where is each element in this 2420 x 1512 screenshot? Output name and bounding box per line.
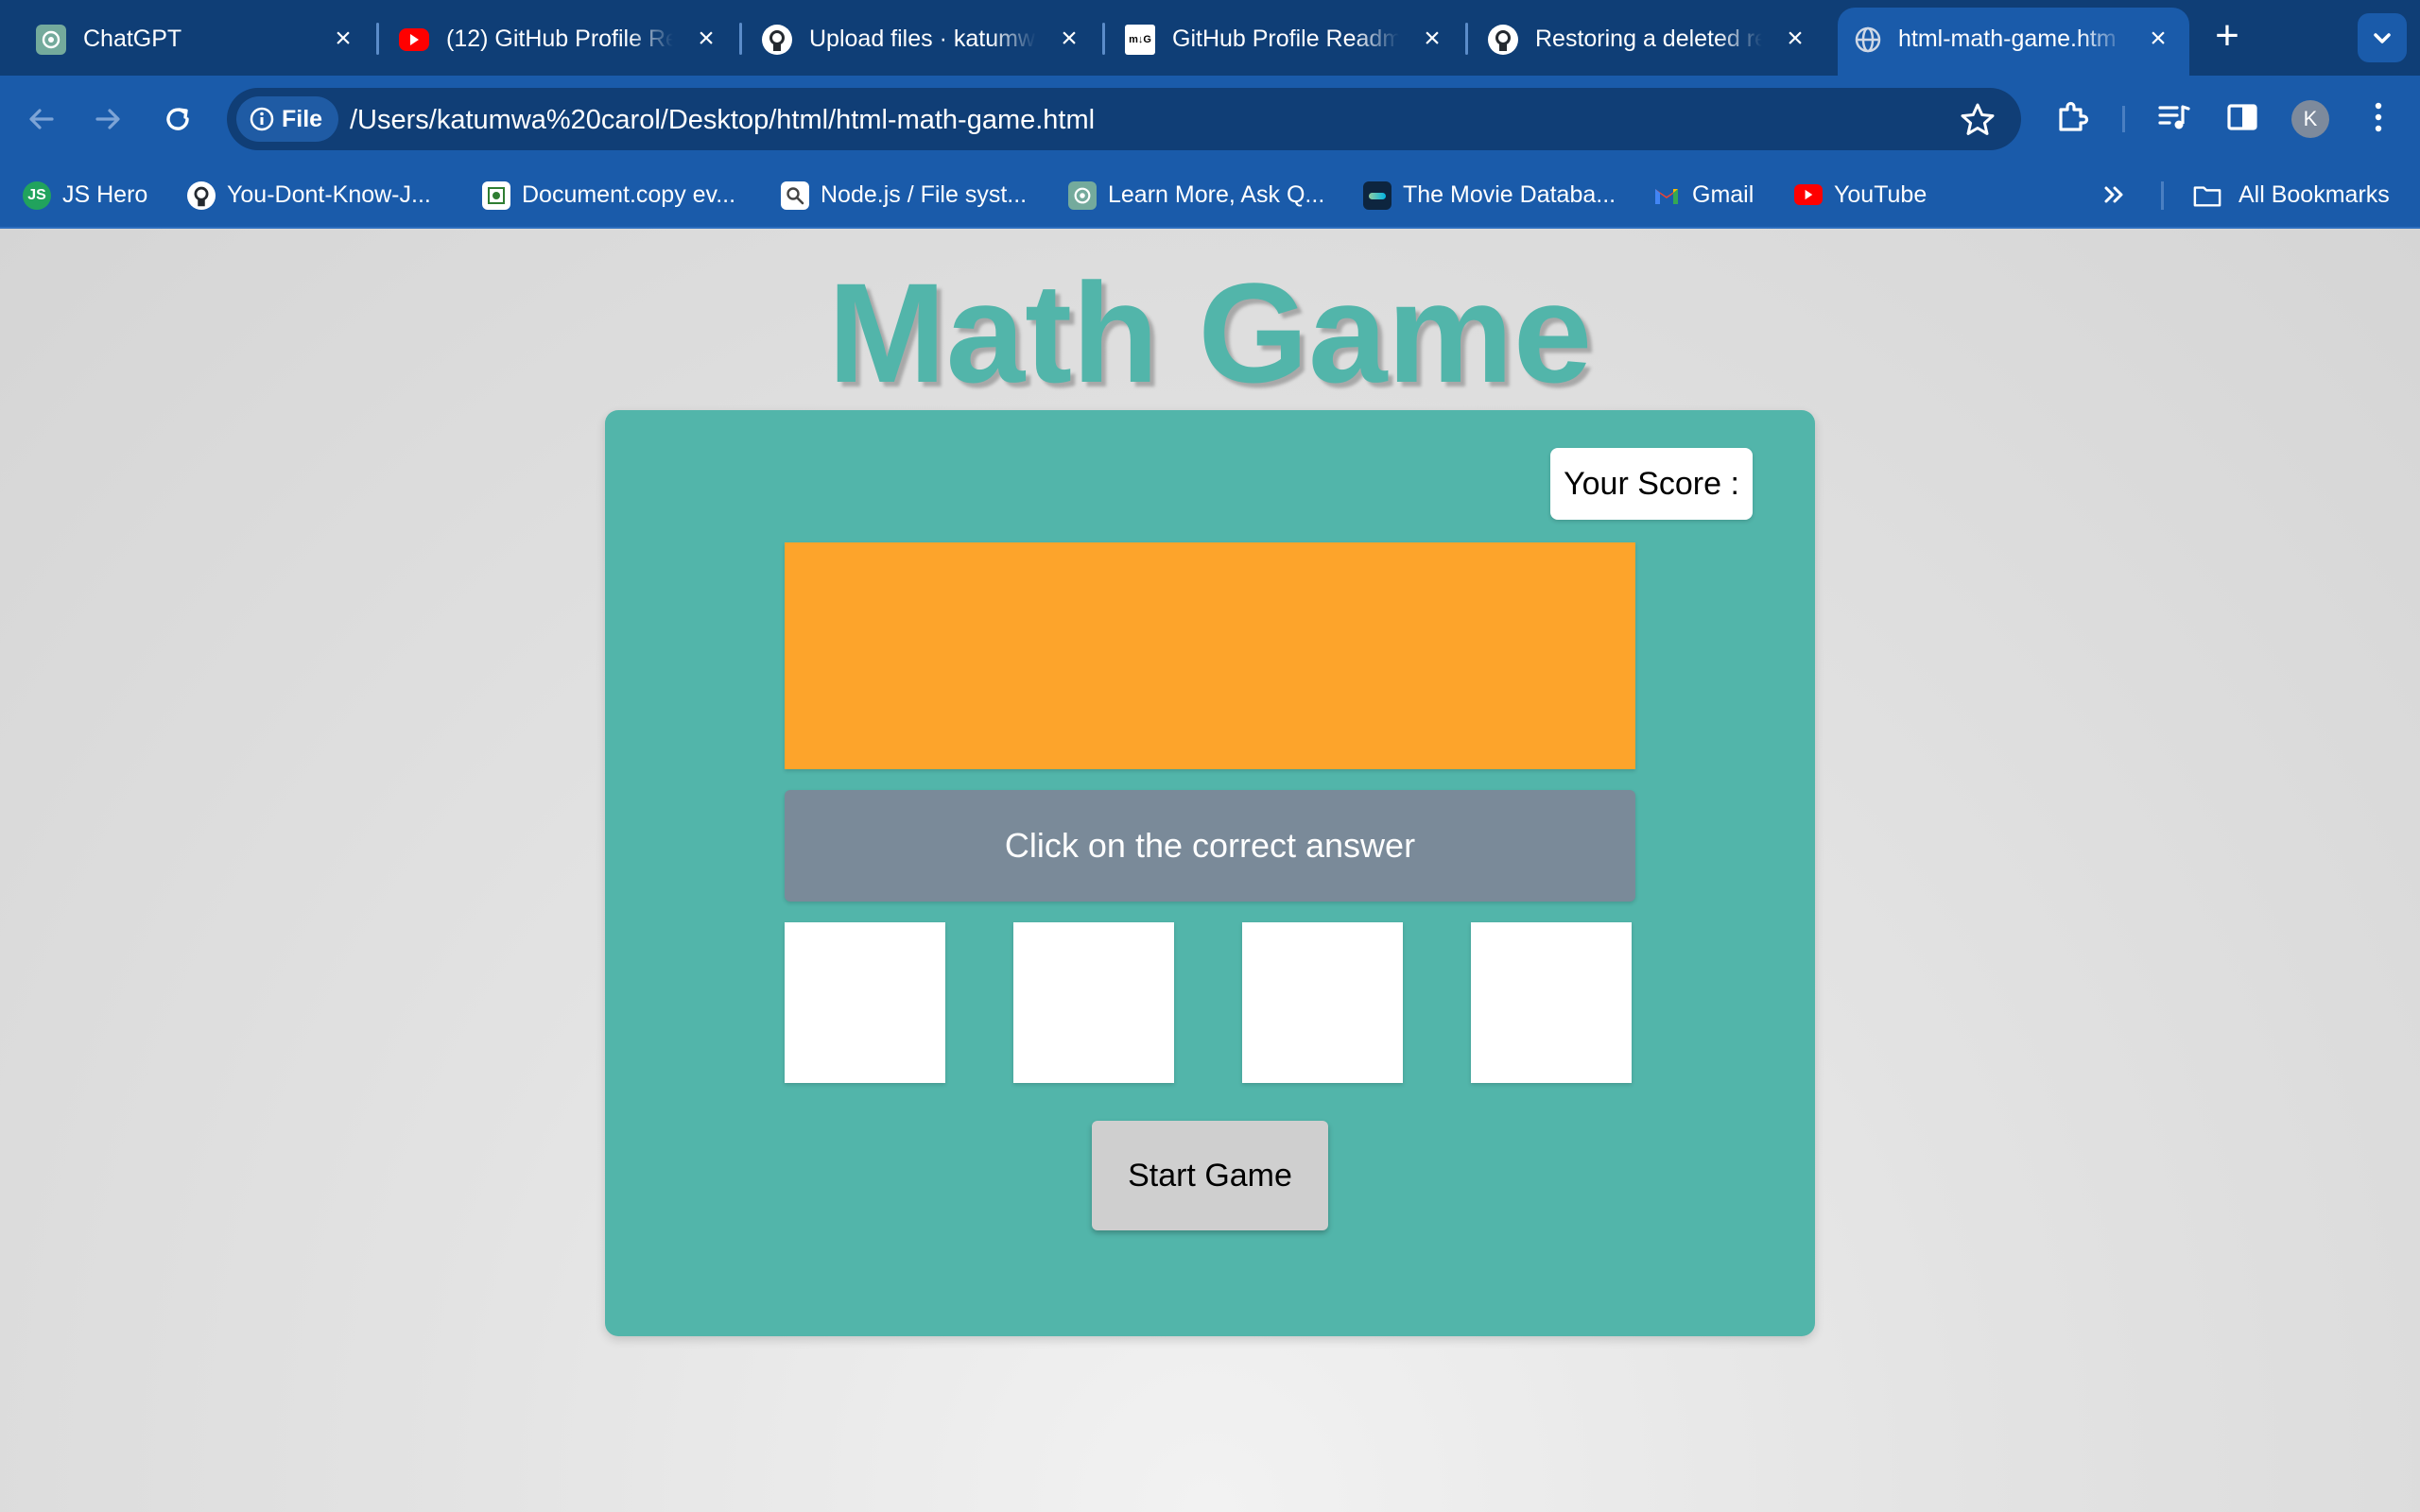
puzzle-icon bbox=[2059, 101, 2089, 131]
bookmark-label: YouTube bbox=[1834, 181, 1927, 208]
github-icon bbox=[762, 25, 792, 55]
tab-restoring-deleted[interactable]: Restoring a deleted re × bbox=[1452, 9, 1815, 66]
browser-menu-button[interactable] bbox=[2358, 96, 2399, 138]
tab-youtube-github-profile[interactable]: (12) GitHub Profile Re × bbox=[363, 9, 742, 66]
tab-github-profile-readme[interactable]: m↓G GitHub Profile Readm × bbox=[1089, 9, 1468, 66]
folder-icon bbox=[2193, 181, 2221, 210]
double-chevron-right-icon bbox=[2104, 186, 2123, 203]
reload-icon bbox=[166, 108, 189, 130]
chatgpt-icon bbox=[36, 25, 66, 55]
more-vertical-icon bbox=[2375, 102, 2382, 132]
answer-choice-2[interactable] bbox=[1013, 922, 1174, 1083]
toolbar-divider bbox=[2122, 106, 2125, 132]
more-bookmarks-button[interactable] bbox=[2102, 178, 2136, 212]
score-box: Your Score : bbox=[1550, 448, 1753, 520]
github-icon bbox=[1488, 25, 1518, 55]
tab-title: Restoring a deleted re bbox=[1535, 26, 1762, 52]
search-doc-icon bbox=[781, 181, 809, 210]
reload-button[interactable] bbox=[157, 98, 199, 140]
extensions-button[interactable] bbox=[2051, 96, 2093, 138]
answer-choice-1[interactable] bbox=[785, 922, 945, 1083]
side-panel-button[interactable] bbox=[2221, 96, 2263, 138]
close-icon[interactable]: × bbox=[1418, 25, 1446, 53]
page-title: Math Game bbox=[827, 253, 1593, 412]
game-container: Your Score : Click on the correct answer… bbox=[605, 410, 1815, 1336]
bookmark-label: All Bookmarks bbox=[2238, 181, 2390, 208]
close-icon[interactable]: × bbox=[2144, 25, 2172, 53]
globe-icon bbox=[1853, 25, 1883, 55]
bookmarks-bar: JS JS Hero You-Dont-Know-J... Document.c… bbox=[0, 161, 2420, 229]
chatgpt-icon bbox=[1068, 181, 1097, 210]
avatar[interactable]: K bbox=[2291, 100, 2329, 138]
site-info-label: File bbox=[282, 105, 323, 132]
bookmarks-divider bbox=[2161, 181, 2164, 210]
bookmark-label: Gmail bbox=[1692, 181, 1754, 208]
document-icon bbox=[482, 181, 510, 210]
question-box bbox=[785, 542, 1635, 769]
youtube-icon bbox=[1794, 184, 1823, 205]
bookmark-label: Learn More, Ask Q... bbox=[1108, 181, 1325, 208]
tab-title: GitHub Profile Readm bbox=[1172, 26, 1399, 52]
youtube-icon bbox=[399, 28, 429, 51]
bookmark-label: You-Dont-Know-J... bbox=[227, 181, 431, 208]
tab-title: Upload files · katumw bbox=[809, 26, 1035, 52]
tab-search-button[interactable] bbox=[2358, 13, 2407, 62]
star-icon[interactable] bbox=[1959, 101, 1996, 139]
page-viewport: Math Game Your Score : Click on the corr… bbox=[0, 229, 2420, 1512]
forward-button[interactable] bbox=[87, 98, 129, 140]
tab-title: html-math-game.htm bbox=[1898, 26, 2117, 52]
url-text[interactable]: /Users/katumwa%20carol/Desktop/html/html… bbox=[350, 104, 1095, 136]
browser-toolbar: File /Users/katumwa%20carol/Desktop/html… bbox=[0, 76, 2420, 161]
back-button[interactable] bbox=[21, 98, 62, 140]
arrow-right-icon bbox=[95, 109, 120, 129]
js-hero-icon: JS bbox=[23, 181, 51, 210]
tab-chatgpt[interactable]: ChatGPT × bbox=[0, 9, 379, 66]
close-icon[interactable]: × bbox=[1781, 25, 1809, 53]
gmail-icon bbox=[1652, 181, 1681, 210]
start-game-button[interactable]: Start Game bbox=[1092, 1121, 1328, 1230]
side-panel-icon bbox=[2227, 104, 2257, 130]
tab-html-math-game[interactable]: html-math-game.htm × bbox=[1838, 8, 2189, 76]
media-control-button[interactable] bbox=[2153, 96, 2195, 138]
tab-strip: ChatGPT × (12) GitHub Profile Re × Uploa… bbox=[0, 0, 2420, 76]
answer-choice-4[interactable] bbox=[1471, 922, 1632, 1083]
tab-upload-files[interactable]: Upload files · katumw × bbox=[726, 9, 1105, 66]
new-tab-button[interactable]: + bbox=[2208, 15, 2246, 59]
arrow-left-icon bbox=[29, 109, 54, 129]
address-bar[interactable]: File /Users/katumwa%20carol/Desktop/html… bbox=[227, 88, 2021, 150]
site-info-chip[interactable]: File bbox=[236, 96, 338, 142]
close-icon[interactable]: × bbox=[692, 25, 720, 53]
instruction-box: Click on the correct answer bbox=[785, 790, 1635, 902]
tab-title: ChatGPT bbox=[83, 26, 182, 52]
markdown-icon: m↓G bbox=[1125, 25, 1155, 55]
tab-title: (12) GitHub Profile Re bbox=[446, 26, 673, 52]
bookmark-label: Node.js / File syst... bbox=[821, 181, 1028, 208]
browser-chrome: ChatGPT × (12) GitHub Profile Re × Uploa… bbox=[0, 0, 2420, 229]
bookmark-label: The Movie Databa... bbox=[1403, 181, 1616, 208]
close-icon[interactable]: × bbox=[329, 25, 357, 53]
answer-choice-3[interactable] bbox=[1242, 922, 1403, 1083]
bookmark-label: JS Hero bbox=[62, 181, 148, 208]
info-icon bbox=[250, 107, 274, 131]
playlist-music-icon bbox=[2158, 105, 2190, 129]
github-icon bbox=[187, 181, 216, 210]
chevron-down-icon bbox=[2374, 33, 2391, 43]
bookmark-label: Document.copy ev... bbox=[522, 181, 736, 208]
tmdb-icon bbox=[1363, 181, 1392, 210]
close-icon[interactable]: × bbox=[1055, 25, 1083, 53]
